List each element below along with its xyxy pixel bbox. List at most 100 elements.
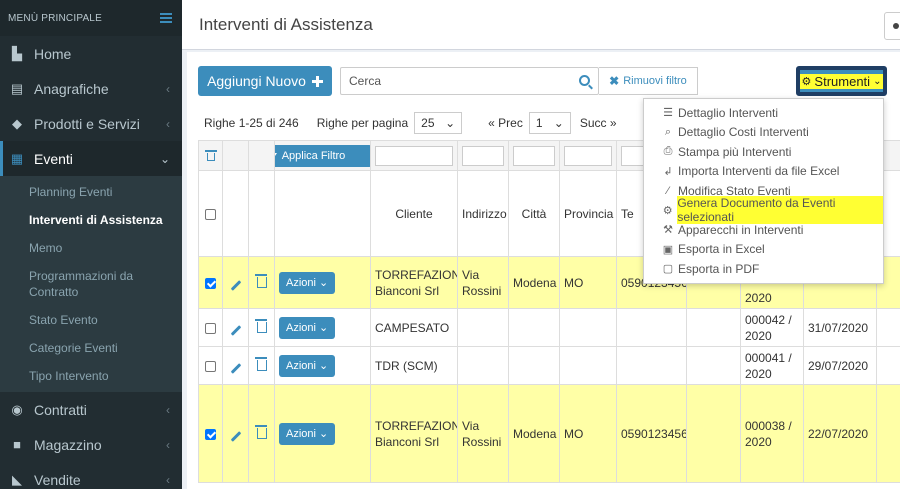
cell-cliente[interactable]: TORREFAZIONE Bianconi Srl xyxy=(371,385,458,483)
filter-cliente[interactable] xyxy=(375,146,453,166)
submenu-memo[interactable]: Memo xyxy=(0,234,182,262)
prev-page-link[interactable]: « Prec xyxy=(488,116,523,130)
import-icon: ↲ xyxy=(662,165,674,178)
cell-provincia[interactable]: MO xyxy=(560,385,617,483)
sidebar-item-label: Anagrafiche xyxy=(34,81,109,97)
col-citta[interactable]: Città xyxy=(509,171,560,257)
table-row[interactable]: Azioni⌄ CAMPESATO 000042 / 2020 31/07/20… xyxy=(199,309,900,347)
cell-data[interactable]: 31/07/2020 xyxy=(804,309,877,347)
trash-icon[interactable] xyxy=(257,277,267,288)
search-icon: ⌕ xyxy=(662,126,674,139)
actions-button[interactable]: Azioni⌄ xyxy=(279,423,335,445)
col-cliente[interactable]: Cliente xyxy=(371,171,458,257)
chevron-down-icon: ⌄ xyxy=(445,116,455,130)
cell-indirizzo: Via Rossini xyxy=(458,257,509,309)
pencil-icon[interactable] xyxy=(230,363,241,374)
pencil-icon[interactable] xyxy=(230,280,241,291)
menu-item-stampa[interactable]: ⎙ Stampa più Interventi xyxy=(644,142,883,162)
submenu-interventi-assistenza[interactable]: Interventi di Assistenza xyxy=(0,206,182,234)
submenu-programmazioni[interactable]: Programmazioni da Contratto xyxy=(0,262,182,306)
sidebar-item-magazzino[interactable]: ■ Magazzino ‹ xyxy=(0,427,182,462)
eventi-submenu: Planning Eventi Interventi di Assistenza… xyxy=(0,176,182,392)
submenu-planning-eventi[interactable]: Planning Eventi xyxy=(0,178,182,206)
print-icon: ⎙ xyxy=(662,145,674,158)
sidebar-item-prodotti[interactable]: ◆ Prodotti e Servizi ‹ xyxy=(0,106,182,141)
row-checkbox[interactable] xyxy=(205,278,216,289)
sidebar-item-home[interactable]: ▙ Home xyxy=(0,36,182,71)
col-indirizzo[interactable]: Indirizzo xyxy=(458,171,509,257)
table-row[interactable]: Azioni⌄ TORREFAZIONE Bianconi Srl Via Ro… xyxy=(199,385,900,483)
cell-cliente: TORREFAZIONE Bianconi Srl xyxy=(371,257,458,309)
chevron-left-icon: ‹ xyxy=(166,403,170,417)
trash-icon[interactable] xyxy=(257,322,267,333)
menu-item-genera-documento[interactable]: ⚙Genera Documento da Eventi selezionati xyxy=(644,201,883,221)
col-provincia[interactable]: Provincia xyxy=(560,171,617,257)
select-all-checkbox[interactable] xyxy=(205,209,216,220)
menu-item-label: Stampa più Interventi xyxy=(678,145,791,159)
actions-button[interactable]: Azioni⌄ xyxy=(279,355,335,377)
sidebar-item-vendite[interactable]: ◣ Vendite ‹ xyxy=(0,462,182,497)
menu-item-dettaglio-costi[interactable]: ⌕Dettaglio Costi Interventi xyxy=(644,123,883,143)
page-select[interactable]: 1 ⌄ xyxy=(529,112,571,134)
tools-button[interactable]: ⚙ Strumenti ⌄ xyxy=(796,66,887,96)
chevron-left-icon: ‹ xyxy=(166,82,170,96)
search-input[interactable]: Cerca xyxy=(340,67,599,95)
settings-button[interactable] xyxy=(884,12,900,40)
cell-data[interactable]: 22/07/2020 xyxy=(804,385,877,483)
cart-icon: ◣ xyxy=(10,473,24,487)
trash-icon[interactable] xyxy=(257,428,267,439)
hamburger-menu-icon[interactable] xyxy=(160,13,172,23)
cell-numero[interactable]: 000038 / 2020 xyxy=(741,385,804,483)
tools-dropdown-menu: ☰Dettaglio Interventi ⌕Dettaglio Costi I… xyxy=(643,98,884,284)
tags-icon: ◆ xyxy=(10,117,24,131)
table-row[interactable]: Azioni⌄ TDR (SCM) 000041 / 2020 29/07/20… xyxy=(199,347,900,385)
trash-icon[interactable] xyxy=(257,360,267,371)
page-header: Interventi di Assistenza xyxy=(182,0,900,50)
next-page-link[interactable]: Succ » xyxy=(580,116,617,130)
menu-item-esporta-pdf[interactable]: ▢Esporta in PDF xyxy=(644,259,883,279)
per-page-label: Righe per pagina xyxy=(317,116,408,130)
sidebar-header: MENÙ PRINCIPALE xyxy=(0,0,182,36)
row-checkbox[interactable] xyxy=(205,429,216,440)
submenu-tipo-intervento[interactable]: Tipo Intervento xyxy=(0,362,182,390)
menu-item-dettaglio-interventi[interactable]: ☰Dettaglio Interventi xyxy=(644,103,883,123)
sidebar-item-eventi[interactable]: ▦ Eventi ⌄ xyxy=(0,141,182,176)
filter-citta[interactable] xyxy=(513,146,555,166)
actions-button[interactable]: Azioni⌄ xyxy=(279,272,335,294)
menu-item-esporta-excel[interactable]: ▣ Esporta in Excel xyxy=(644,240,883,260)
cell-cliente[interactable]: CAMPESATO xyxy=(371,309,458,347)
chevron-down-icon: ⌄ xyxy=(554,116,564,130)
submenu-stato-evento[interactable]: Stato Evento xyxy=(0,306,182,334)
menu-item-importa[interactable]: ↲Importa Interventi da file Excel xyxy=(644,162,883,182)
cell-citta[interactable]: Modena xyxy=(509,385,560,483)
cell-indirizzo[interactable]: Via Rossini xyxy=(458,385,509,483)
pencil-icon[interactable] xyxy=(230,325,241,336)
file-pdf-icon: ▢ xyxy=(662,262,674,275)
sidebar-item-anagrafiche[interactable]: ▤ Anagrafiche ‹ xyxy=(0,71,182,106)
filter-indirizzo[interactable] xyxy=(462,146,504,166)
remove-filter-button[interactable]: ✖ Rimuovi filtro xyxy=(599,67,698,95)
cell-telefono[interactable]: 0590123456 xyxy=(617,385,687,483)
chevron-left-icon: ‹ xyxy=(166,473,170,487)
apply-filter-button[interactable]: Applica Filtro xyxy=(275,145,371,167)
filter-provincia[interactable] xyxy=(564,146,612,166)
list-icon: ☰ xyxy=(662,106,674,119)
add-new-button[interactable]: Aggiungi Nuovo xyxy=(198,66,332,96)
sidebar-item-contratti[interactable]: ◉ Contratti ‹ xyxy=(0,392,182,427)
cell-data: 29/07/2020 xyxy=(804,347,877,385)
row-checkbox[interactable] xyxy=(205,323,216,334)
row-checkbox[interactable] xyxy=(205,361,216,372)
cell-citta: Modena xyxy=(509,257,560,309)
cell-numero[interactable]: 000042 / 2020 xyxy=(741,309,804,347)
submenu-categorie-eventi[interactable]: Categorie Eventi xyxy=(0,334,182,362)
search-icon[interactable] xyxy=(579,75,590,86)
actions-button[interactable]: Azioni⌄ xyxy=(279,317,335,339)
menu-item-label: Esporta in Excel xyxy=(678,242,765,256)
pencil-icon[interactable] xyxy=(230,431,241,442)
per-page-select[interactable]: 25 ⌄ xyxy=(414,112,462,134)
chevron-down-icon: ⌄ xyxy=(873,76,881,87)
trash-icon[interactable] xyxy=(207,153,215,161)
file-excel-icon: ▣ xyxy=(662,243,674,256)
menu-item-label: Genera Documento da Eventi selezionati xyxy=(677,196,883,224)
add-new-label: Aggiungi Nuovo xyxy=(207,73,306,89)
